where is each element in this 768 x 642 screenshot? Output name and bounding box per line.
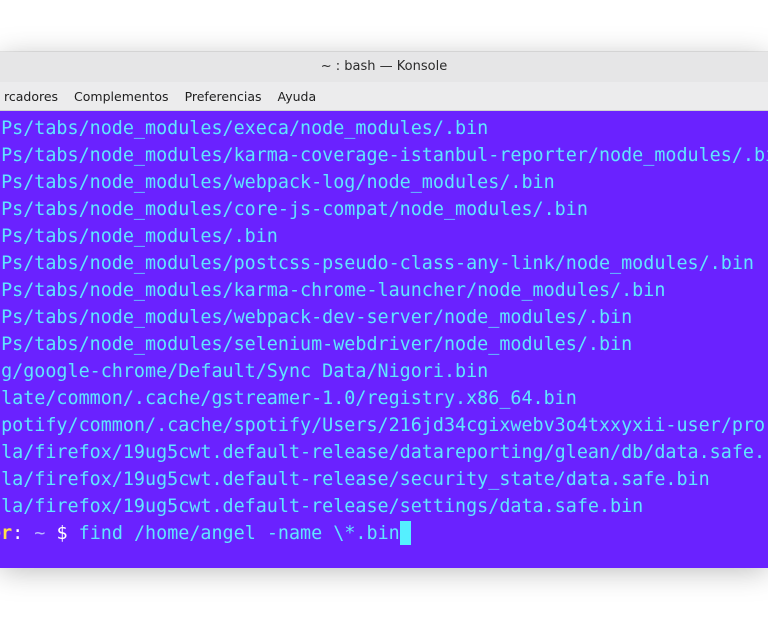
- menu-preferencias[interactable]: Preferencias: [175, 89, 272, 104]
- window-title[interactable]: ~ : bash — Konsole: [0, 52, 768, 82]
- prompt-colon: :: [12, 523, 24, 544]
- output-line: spotify/common/.cache/spotify/Users/216j…: [0, 415, 766, 436]
- output-line: ig/google-chrome/Default/Sync Data/Nigor…: [0, 361, 489, 382]
- konsole-window: ~ : bash — Konsole rcadores Complementos…: [0, 52, 768, 568]
- menu-marcadores[interactable]: rcadores: [0, 89, 68, 104]
- output-line: lla/firefox/19ug5cwt.default-release/sec…: [0, 469, 710, 490]
- output-line: oPs/tabs/node_modules/webpack-dev-server…: [0, 307, 633, 328]
- menu-complementos[interactable]: Complementos: [64, 89, 179, 104]
- output-line: oPs/tabs/node_modules/webpack-log/node_m…: [0, 172, 555, 193]
- prompt-user: er: [0, 523, 13, 544]
- output-line: oPs/tabs/node_modules/selenium-webdriver…: [0, 334, 633, 355]
- menubar: rcadores Complementos Preferencias Ayuda: [0, 82, 768, 111]
- output-line: lla/firefox/19ug5cwt.default-release/dat…: [0, 442, 766, 463]
- output-line: oPs/tabs/node_modules/karma-chrome-launc…: [0, 280, 666, 301]
- output-line: oPs/tabs/node_modules/karma-coverage-ist…: [0, 145, 768, 166]
- prompt-line[interactable]: er: ~ $ find /home/angel -name \*.bin: [0, 520, 768, 547]
- output-line: glate/common/.cache/gstreamer-1.0/regist…: [0, 388, 577, 409]
- command-input[interactable]: find /home/angel -name \*.bin: [68, 523, 400, 544]
- prompt-symbol: $: [45, 523, 68, 544]
- text-cursor: [399, 520, 411, 545]
- output-line: oPs/tabs/node_modules/core-js-compat/nod…: [0, 199, 588, 220]
- menu-ayuda[interactable]: Ayuda: [268, 89, 327, 104]
- output-line: lla/firefox/19ug5cwt.default-release/set…: [0, 496, 644, 517]
- output-line: oPs/tabs/node_modules/postcss-pseudo-cla…: [0, 253, 754, 274]
- output-line: oPs/tabs/node_modules/execa/node_modules…: [0, 118, 489, 139]
- terminal-area[interactable]: oPs/tabs/node_modules/execa/node_modules…: [0, 111, 768, 568]
- prompt-path: ~: [23, 523, 46, 544]
- output-line: oPs/tabs/node_modules/.bin: [0, 226, 278, 247]
